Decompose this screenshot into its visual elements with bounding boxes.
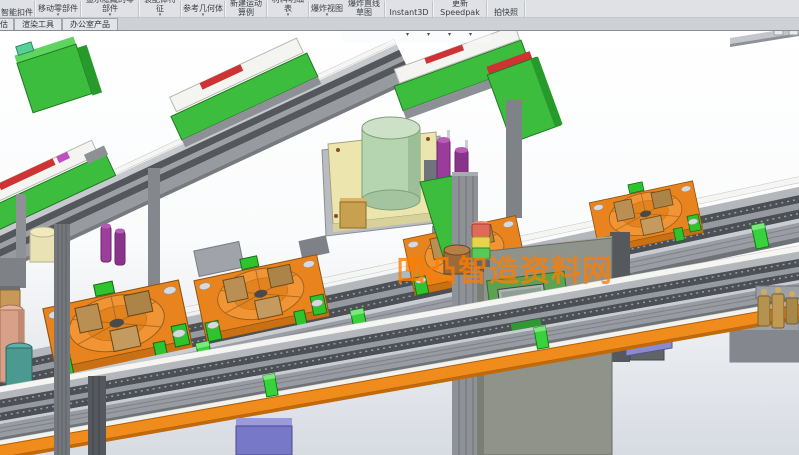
toolbar-button-new-motion-study[interactable]: 新建运动算例 xyxy=(226,0,266,17)
toolbar-button-move-component[interactable]: 移动零部件 xyxy=(36,0,80,17)
support-column[interactable] xyxy=(506,100,522,218)
toolbar-button-show-hidden-components[interactable]: 显示隐藏的零部件 xyxy=(82,0,138,17)
tab-evaluate[interactable]: 评估 xyxy=(0,18,14,30)
solidworks-window: 智能扣件 移动零部件 显示隐藏的零部件 装配体特征 参考几何体 新建运动算例 材… xyxy=(0,0,799,455)
front-column[interactable] xyxy=(88,376,106,455)
support-column[interactable] xyxy=(148,168,160,288)
zoom-to-fit-icon[interactable] xyxy=(346,31,358,41)
heads-up-view-toolbar: ▾ ▾ ▾ ▾ xyxy=(342,31,491,43)
toolbar-button-take-snapshot[interactable]: 拍快照 xyxy=(488,0,524,17)
sage-cylinder-tank[interactable] xyxy=(362,117,420,210)
toolbar-button-exploded-view[interactable]: 爆炸视图 xyxy=(310,0,344,17)
toolbar-button-bill-of-materials[interactable]: 材料明细表 xyxy=(268,0,308,17)
view-orientation-icon[interactable] xyxy=(391,31,403,41)
blue-motor-box[interactable] xyxy=(236,418,292,455)
toolbar-button-instant3d[interactable]: Instant3D xyxy=(386,0,432,17)
tab-office-products[interactable]: 办公室产品 xyxy=(62,18,118,30)
toolbar-button-update-speedpak[interactable]: 更新 Speedpak xyxy=(434,0,486,17)
toolbar-button-explode-line-sketch[interactable]: 爆炸直线草图 xyxy=(344,0,384,17)
dropdown-caret[interactable]: ▾ xyxy=(469,31,472,41)
commandmanager-tab-row: 评估 渲染工具 办公室产品 xyxy=(0,18,799,31)
dropdown-caret[interactable]: ▾ xyxy=(406,31,409,41)
view-settings-icon[interactable] xyxy=(475,31,487,41)
dropdown-caret[interactable]: ▾ xyxy=(427,31,430,41)
assembly-line-model[interactable]: 凹凸智造资料网 xyxy=(0,31,799,455)
toolbar-button-smart-fasteners[interactable]: 智能扣件 xyxy=(0,0,34,17)
brass-valve-cluster[interactable] xyxy=(756,286,799,328)
toolbar-separator xyxy=(524,1,526,17)
toolbar-button-reference-geometry[interactable]: 参考几何体 xyxy=(182,0,224,17)
watermark-text: 凹凸智造资料网 xyxy=(396,254,613,289)
graphics-area[interactable]: 凹凸智造资料网 ▾ ▾ ▾ ▾ xyxy=(0,31,799,455)
tab-render-tools[interactable]: 渲染工具 xyxy=(14,18,62,30)
section-view-icon[interactable] xyxy=(376,31,388,41)
command-manager-toolbar: 智能扣件 移动零部件 显示隐藏的零部件 装配体特征 参考几何体 新建运动算例 材… xyxy=(0,0,799,18)
hide-show-items-icon[interactable] xyxy=(433,31,445,41)
display-style-icon[interactable] xyxy=(412,31,424,41)
zoom-to-area-icon[interactable] xyxy=(361,31,373,41)
toolbar-button-assembly-features[interactable]: 装配体特征 xyxy=(140,0,180,17)
dropdown-caret[interactable]: ▾ xyxy=(448,31,451,41)
front-column[interactable] xyxy=(54,224,70,455)
edit-appearance-icon[interactable] xyxy=(454,31,466,41)
